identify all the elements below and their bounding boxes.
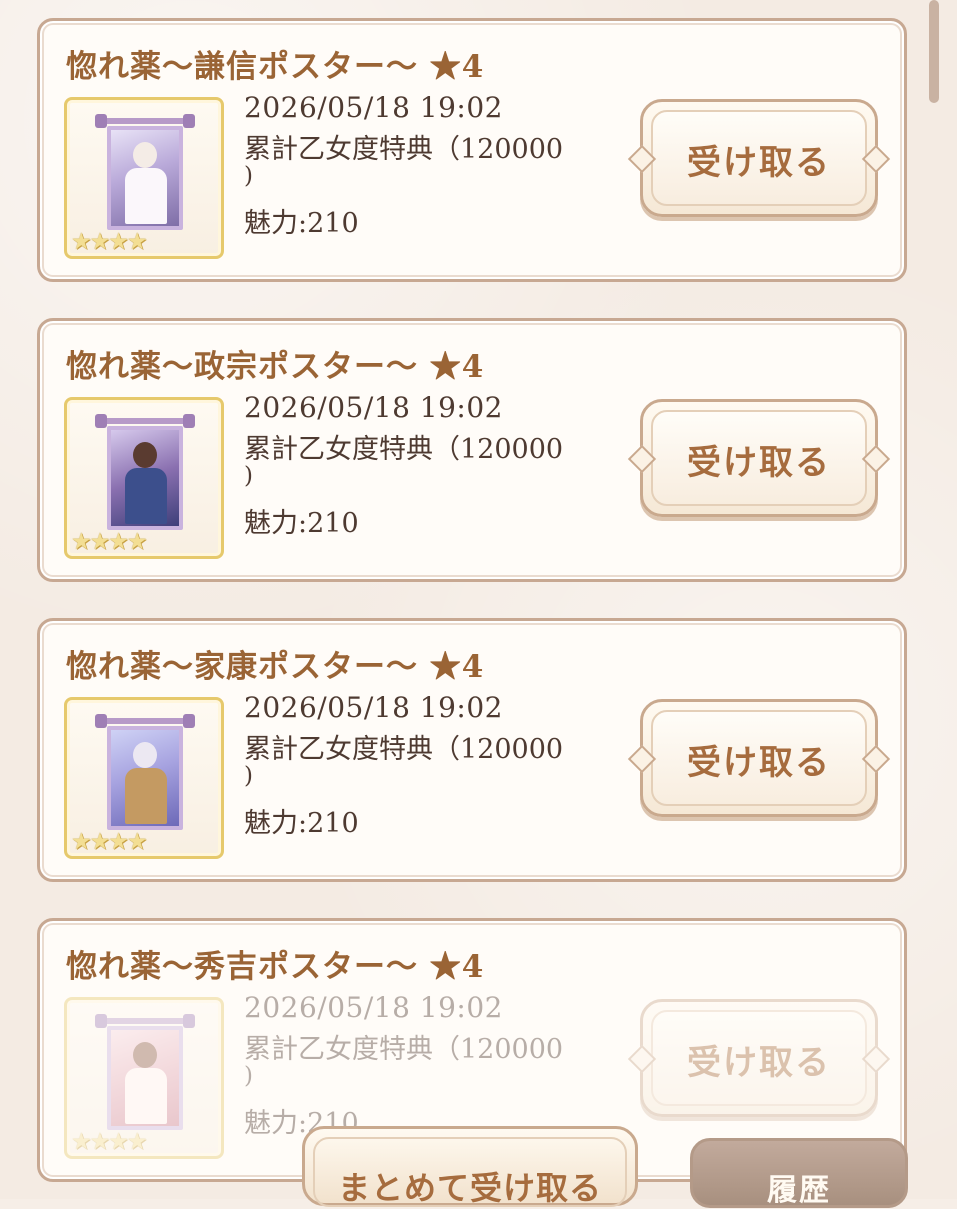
gift-card: 惚れ薬～家康ポスター～ ★4 ★★★★ 2026/05/18 19:02 累計乙… (37, 618, 907, 882)
gift-title: 惚れ薬～秀吉ポスター～ ★4 (66, 949, 485, 985)
character-body (125, 168, 167, 224)
poster-rod (101, 418, 189, 424)
poster-knob (95, 414, 107, 428)
rarity-stars-icon: ★★★★ (71, 529, 147, 555)
scrollbar[interactable] (929, 0, 939, 103)
poster-thumbnail[interactable]: ★★★★ (64, 397, 224, 559)
poster-knob (183, 414, 195, 428)
receive-all-label: まとめて受け取る (337, 1169, 602, 1207)
character-body (125, 1068, 167, 1124)
character-body (125, 768, 167, 824)
poster-image (107, 726, 183, 830)
bonus-source-close: ) (244, 763, 253, 789)
poster-knob (183, 114, 195, 128)
receive-button-label: 受け取る (687, 443, 831, 483)
poster-knob (95, 114, 107, 128)
bonus-source-close: ) (244, 163, 253, 189)
bonus-source-close: ) (244, 1063, 253, 1089)
history-label: 履歴 (767, 1173, 831, 1208)
received-date: 2026/05/18 19:02 (244, 691, 503, 724)
poster-knob (95, 1014, 107, 1028)
receive-button[interactable]: 受け取る (627, 399, 891, 517)
charm-value: 魅力:210 (244, 208, 359, 239)
receive-button[interactable]: 受け取る (627, 699, 891, 817)
bonus-source: 累計乙女度特典（120000 (244, 734, 564, 765)
receive-all-button[interactable]: まとめて受け取る (302, 1126, 638, 1207)
poster-image (107, 426, 183, 530)
bonus-source-close: ) (244, 463, 253, 489)
poster-rod (101, 1018, 189, 1024)
received-date: 2026/05/18 19:02 (244, 91, 503, 124)
receive-button[interactable]: 受け取る (627, 99, 891, 217)
poster-knob (95, 714, 107, 728)
history-button[interactable]: 履歴 (690, 1138, 908, 1208)
receive-button-label: 受け取る (687, 143, 831, 183)
gift-title: 惚れ薬～政宗ポスター～ ★4 (66, 349, 485, 385)
poster-rod (101, 118, 189, 124)
bonus-source: 累計乙女度特典（120000 (244, 434, 564, 465)
received-date: 2026/05/18 19:02 (244, 391, 503, 424)
character-head (133, 742, 157, 768)
receive-button-label: 受け取る (687, 1043, 831, 1083)
character-head (133, 442, 157, 468)
character-head (133, 142, 157, 168)
bonus-source: 累計乙女度特典（120000 (244, 134, 564, 165)
charm-value: 魅力:210 (244, 508, 359, 539)
poster-image (107, 126, 183, 230)
gift-title: 惚れ薬～謙信ポスター～ ★4 (66, 49, 485, 85)
gift-card: 惚れ薬～政宗ポスター～ ★4 ★★★★ 2026/05/18 19:02 累計乙… (37, 318, 907, 582)
poster-thumbnail[interactable]: ★★★★ (64, 97, 224, 259)
poster-knob (183, 1014, 195, 1028)
rarity-stars-icon: ★★★★ (71, 829, 147, 855)
footer-actions: まとめて受け取る 履歴 (0, 1120, 957, 1208)
poster-thumbnail[interactable]: ★★★★ (64, 697, 224, 859)
poster-image (107, 1026, 183, 1130)
poster-knob (183, 714, 195, 728)
gift-card: 惚れ薬～謙信ポスター～ ★4 ★★★★ 2026/05/18 19:02 累計乙… (37, 18, 907, 282)
charm-value: 魅力:210 (244, 808, 359, 839)
receive-button-label: 受け取る (687, 743, 831, 783)
character-body (125, 468, 167, 524)
character-head (133, 1042, 157, 1068)
gift-title: 惚れ薬～家康ポスター～ ★4 (66, 649, 485, 685)
received-date: 2026/05/18 19:02 (244, 991, 503, 1024)
gift-list: 惚れ薬～謙信ポスター～ ★4 ★★★★ 2026/05/18 19:02 累計乙… (0, 0, 957, 1199)
poster-rod (101, 718, 189, 724)
rarity-stars-icon: ★★★★ (71, 229, 147, 255)
receive-button[interactable]: 受け取る (627, 999, 891, 1117)
bonus-source: 累計乙女度特典（120000 (244, 1034, 564, 1065)
